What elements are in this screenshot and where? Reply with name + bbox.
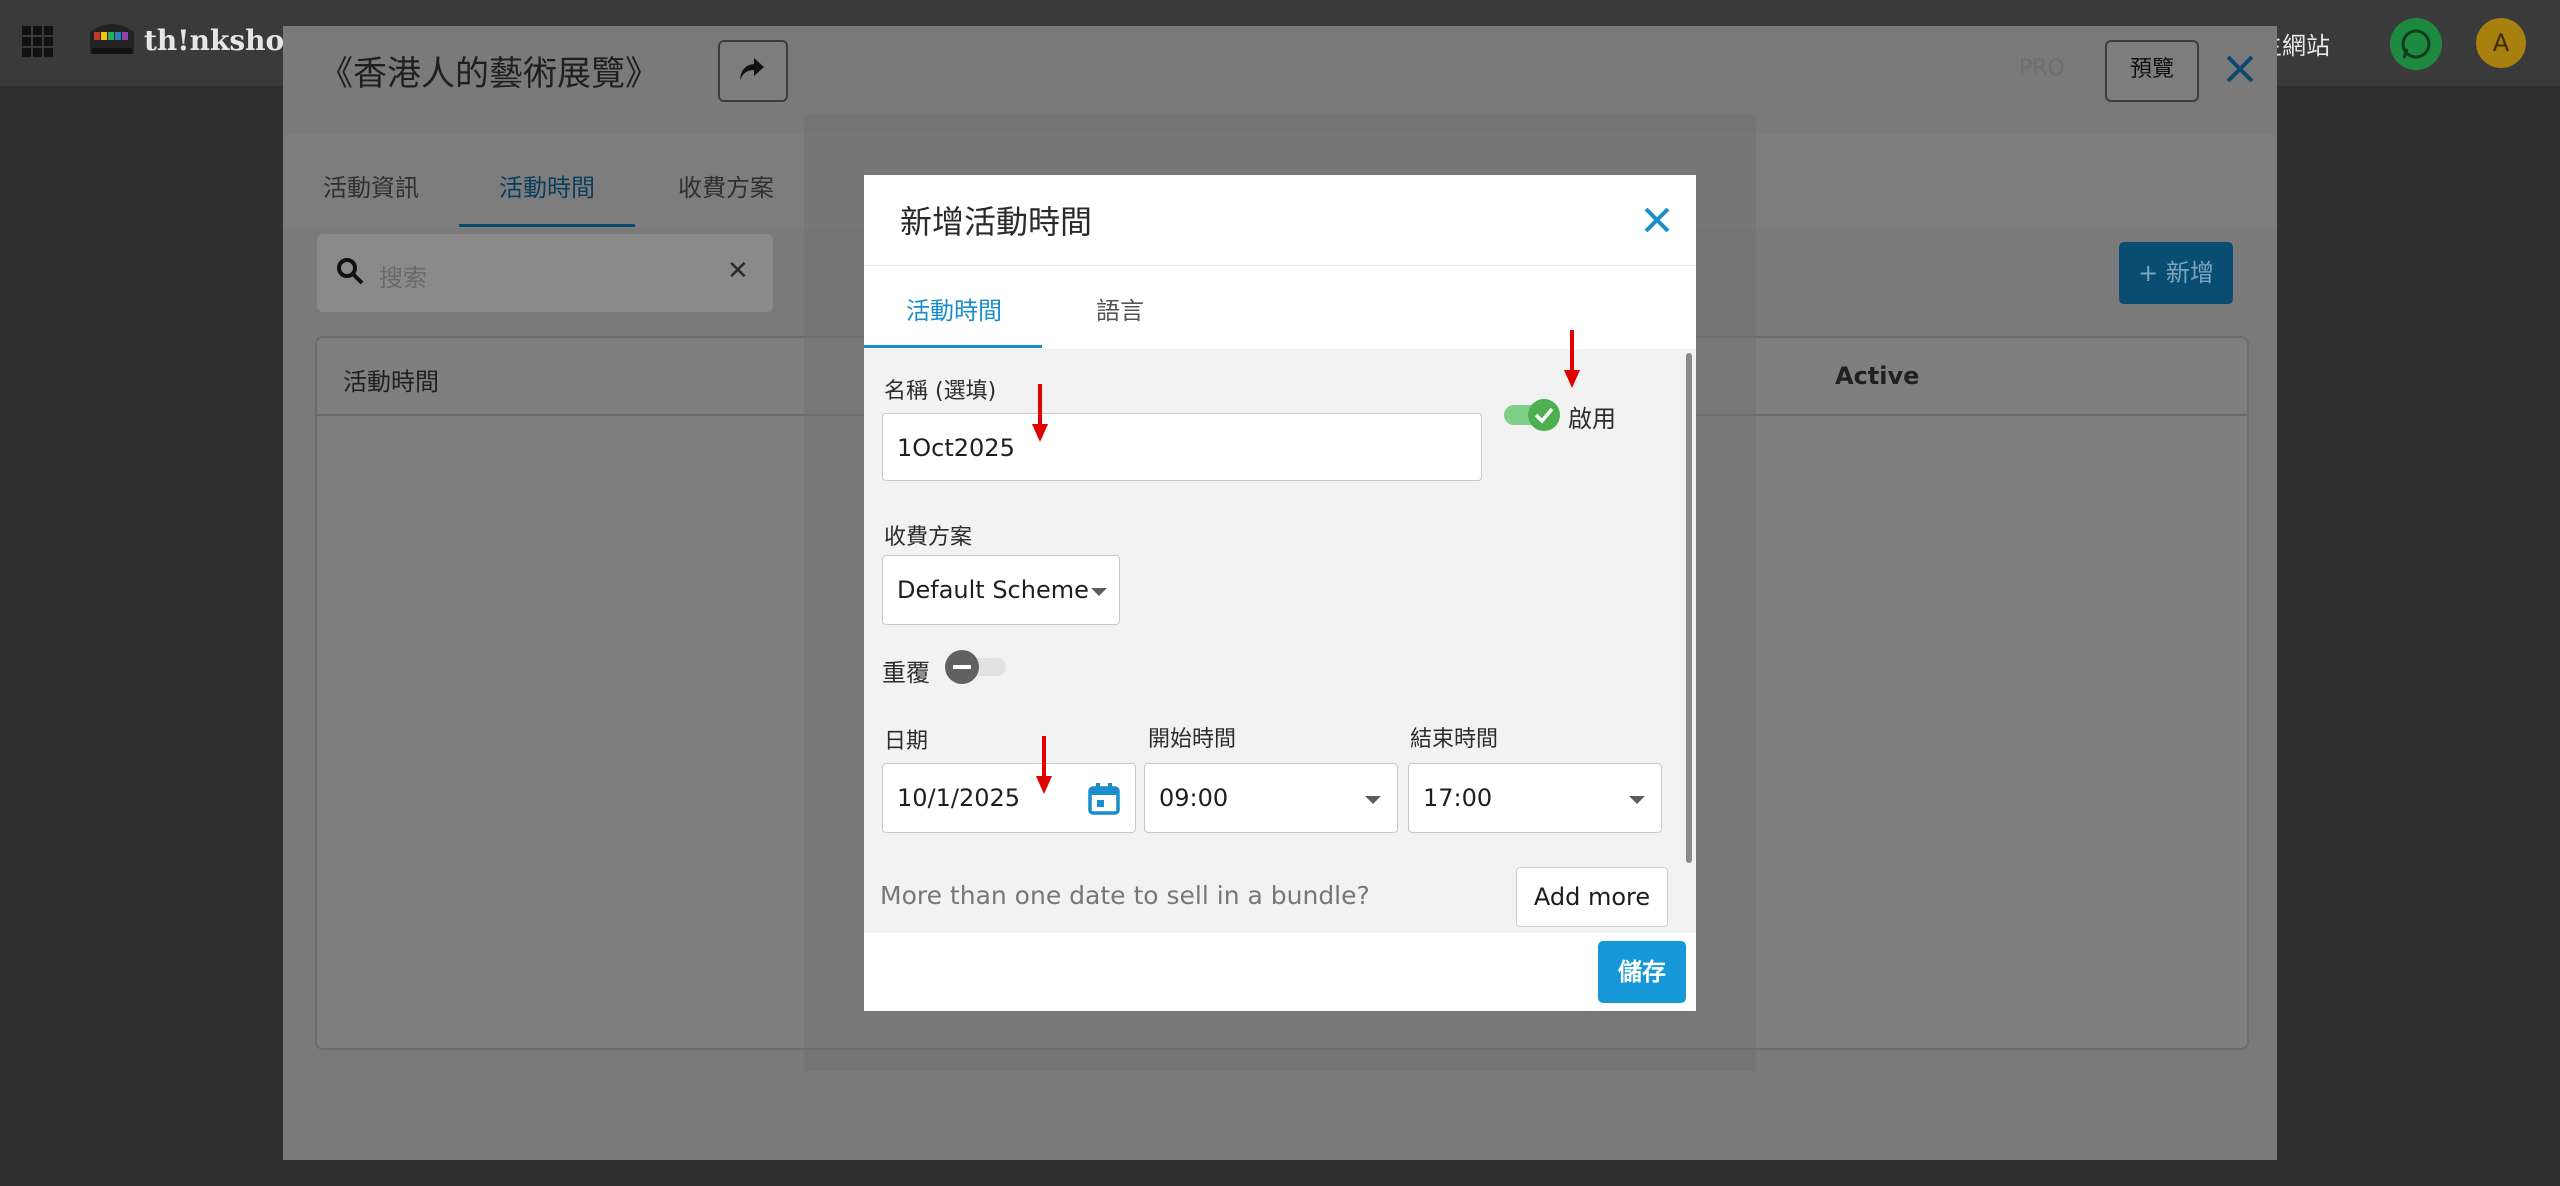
- end-time-label: 結束時間: [1410, 727, 1499, 752]
- whatsapp-icon[interactable]: [2390, 18, 2442, 70]
- event-title: 《香港人的藝術展覽》: [319, 54, 659, 94]
- dialog-title: 新增活動時間: [900, 203, 1093, 241]
- logo-mark-icon: [90, 24, 134, 54]
- plan-badge: PRO: [2019, 56, 2065, 81]
- dialog-footer: 儲存: [864, 933, 1696, 1011]
- search-icon: [337, 258, 364, 285]
- calendar-icon[interactable]: [1087, 782, 1121, 816]
- name-input[interactable]: 1Oct2025: [882, 413, 1482, 481]
- annotation-arrow-icon: [1036, 736, 1052, 794]
- name-value: 1Oct2025: [897, 434, 1015, 462]
- pricing-scheme-value: Default Scheme: [897, 576, 1089, 604]
- active-tab-indicator: [459, 224, 635, 227]
- clear-search-icon[interactable]: ✕: [727, 256, 749, 286]
- enabled-toggle[interactable]: [1502, 397, 1564, 433]
- pricing-scheme-label: 收費方案: [884, 525, 973, 550]
- whatsapp-glyph-icon: [2401, 29, 2431, 59]
- repeat-toggle[interactable]: [944, 649, 1008, 685]
- add-more-button[interactable]: Add more: [1516, 867, 1668, 927]
- share-button[interactable]: [718, 40, 788, 102]
- user-avatar[interactable]: A: [2476, 18, 2526, 68]
- chevron-down-icon: [1365, 796, 1381, 804]
- start-time-select[interactable]: 09:00: [1144, 763, 1398, 833]
- start-time-label: 開始時間: [1148, 727, 1237, 752]
- dialog-tab-event-time[interactable]: 活動時間: [906, 291, 1002, 326]
- repeat-label: 重覆: [882, 659, 930, 687]
- apps-grid-icon[interactable]: [22, 26, 54, 58]
- annotation-arrow-icon: [1032, 384, 1048, 442]
- column-header-active[interactable]: Active: [1835, 362, 1919, 390]
- search-placeholder: 搜索: [379, 264, 427, 292]
- close-icon[interactable]: [2223, 52, 2257, 86]
- tab-pricing[interactable]: 收費方案: [678, 168, 774, 203]
- dialog-body: 名稱 (選填) 1Oct2025 啟用 收費方案 Default Scheme …: [864, 349, 1696, 933]
- chevron-down-icon: [1629, 796, 1645, 804]
- dialog-close-icon[interactable]: [1642, 205, 1672, 235]
- tab-event-info[interactable]: 活動資訊: [323, 168, 419, 203]
- share-arrow-icon: [740, 58, 764, 80]
- annotation-arrow-icon: [1564, 330, 1580, 388]
- add-event-time-dialog: 新增活動時間 活動時間 語言 名稱 (選填) 1Oct2025 啟用 收費方案 …: [864, 175, 1696, 1011]
- column-header-event-time[interactable]: 活動時間: [343, 362, 439, 397]
- dialog-scrollbar[interactable]: [1686, 353, 1692, 863]
- start-time-value: 09:00: [1159, 784, 1229, 812]
- search-input[interactable]: 搜索 ✕: [317, 234, 773, 312]
- dialog-header: 新增活動時間: [864, 175, 1696, 266]
- enabled-label: 啟用: [1568, 405, 1616, 433]
- add-event-time-button[interactable]: + 新增: [2119, 242, 2233, 304]
- date-input[interactable]: 10/1/2025: [882, 763, 1136, 833]
- preview-button[interactable]: 預覽: [2105, 40, 2199, 102]
- date-label: 日期: [884, 729, 929, 754]
- tab-event-time[interactable]: 活動時間: [499, 168, 595, 203]
- pricing-scheme-select[interactable]: Default Scheme: [882, 555, 1120, 625]
- save-button[interactable]: 儲存: [1598, 941, 1686, 1003]
- chevron-down-icon: [1091, 588, 1107, 596]
- end-time-value: 17:00: [1423, 784, 1493, 812]
- date-value: 10/1/2025: [897, 784, 1021, 812]
- dialog-tab-language[interactable]: 語言: [1096, 291, 1144, 326]
- dialog-active-tab-indicator: [864, 345, 1042, 348]
- bundle-hint: More than one date to sell in a bundle?: [880, 881, 1370, 910]
- end-time-select[interactable]: 17:00: [1408, 763, 1662, 833]
- name-label: 名稱 (選填): [884, 379, 997, 404]
